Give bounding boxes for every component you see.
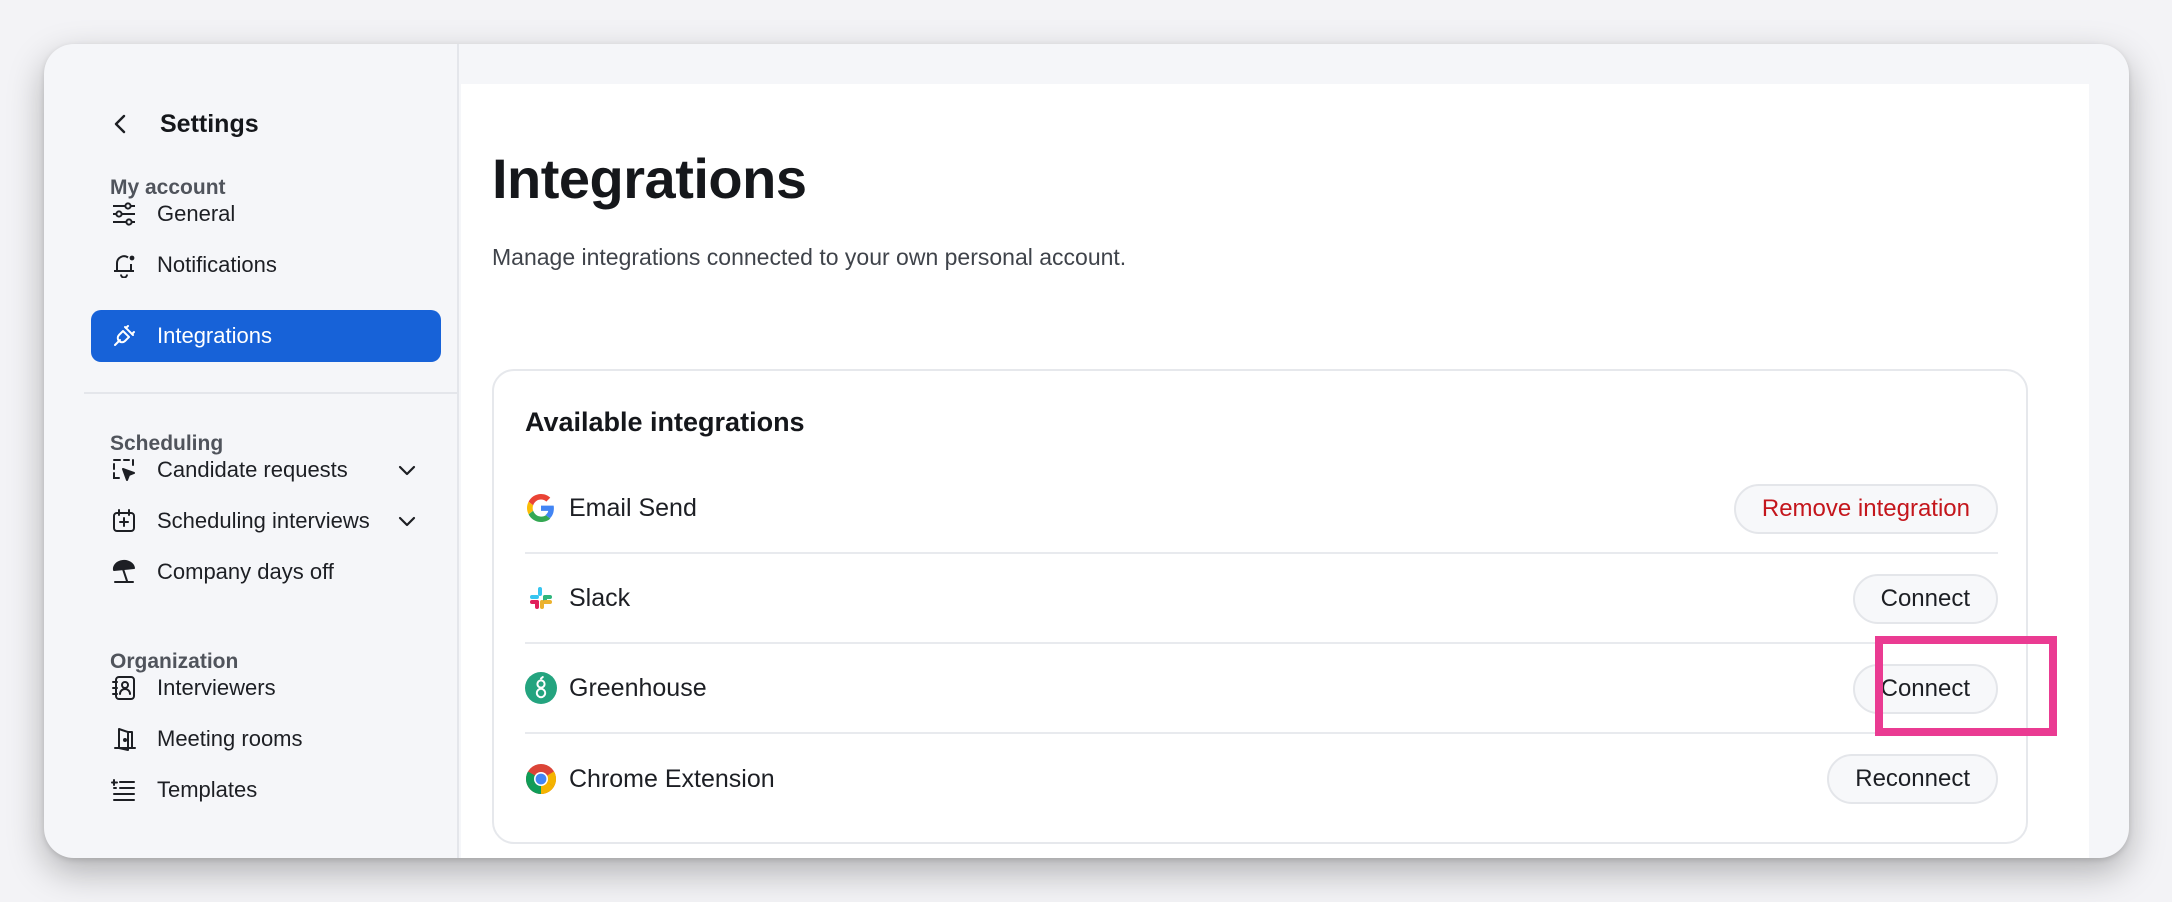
- sidebar-item-interviewers[interactable]: Interviewers: [91, 662, 441, 714]
- settings-window: Settings My account General Notification…: [44, 44, 2129, 858]
- sidebar-item-label: Interviewers: [157, 675, 276, 700]
- sidebar-item-templates[interactable]: Templates: [91, 764, 441, 816]
- plug-icon: [111, 323, 137, 349]
- chevron-down-icon[interactable]: [397, 511, 417, 531]
- chevron-down-icon[interactable]: [397, 460, 417, 480]
- sidebar-item-general[interactable]: General: [91, 188, 441, 240]
- sidebar-item-meeting-rooms[interactable]: Meeting rooms: [91, 713, 441, 765]
- sidebar-item-label: Integrations: [157, 323, 272, 348]
- integration-row-chrome-extension: Chrome Extension Reconnect: [525, 734, 1998, 824]
- beach-umbrella-icon: [111, 559, 137, 585]
- sidebar-item-notifications[interactable]: Notifications: [91, 239, 441, 291]
- integration-name: Chrome Extension: [569, 764, 775, 793]
- remove-integration-button[interactable]: Remove integration: [1733, 484, 1998, 534]
- google-icon: [525, 492, 557, 524]
- sidebar-item-candidate-requests[interactable]: Candidate requests: [91, 444, 441, 496]
- card-title: Available integrations: [525, 407, 805, 437]
- back-chevron-icon[interactable]: [110, 113, 132, 135]
- integration-row-slack: Slack Connect: [525, 554, 1998, 644]
- sidebar-header: Settings: [110, 104, 259, 144]
- sidebar-item-label: Meeting rooms: [157, 726, 303, 751]
- sidebar-item-scheduling-interviews[interactable]: Scheduling interviews: [91, 495, 441, 547]
- sidebar-item-integrations[interactable]: Integrations: [91, 310, 441, 362]
- integration-row-greenhouse: Greenhouse Connect: [525, 644, 1998, 734]
- settings-sidebar: Settings My account General Notification…: [44, 44, 459, 858]
- bell-icon: [111, 252, 137, 278]
- reconnect-chrome-extension-button[interactable]: Reconnect: [1827, 754, 1998, 804]
- list-template-icon: [111, 777, 137, 803]
- calendar-plus-icon: [111, 508, 137, 534]
- integration-row-email-send: Email Send Remove integration: [525, 464, 1998, 554]
- sidebar-divider: [84, 392, 459, 394]
- contact-book-icon: [111, 675, 137, 701]
- greenhouse-icon: [525, 672, 557, 704]
- sidebar-title: Settings: [160, 109, 259, 138]
- integration-name: Slack: [569, 583, 631, 612]
- integration-name: Email Send: [569, 493, 697, 522]
- sliders-icon: [111, 201, 137, 227]
- page-subtitle: Manage integrations connected to your ow…: [492, 244, 1127, 270]
- integration-name: Greenhouse: [569, 673, 707, 702]
- sidebar-item-label: Scheduling interviews: [157, 508, 370, 533]
- sidebar-item-company-days-off[interactable]: Company days off: [91, 546, 441, 598]
- connect-greenhouse-button[interactable]: Connect: [1852, 664, 1998, 714]
- connect-slack-button[interactable]: Connect: [1852, 574, 1998, 624]
- available-integrations-card: Available integrations Email Send Remove…: [492, 369, 2028, 844]
- sidebar-item-label: Candidate requests: [157, 457, 348, 482]
- chrome-icon: [525, 763, 557, 795]
- sidebar-item-label: Templates: [157, 777, 258, 802]
- sidebar-item-label: Notifications: [157, 252, 277, 277]
- main-content: Integrations Manage integrations connect…: [461, 84, 2089, 858]
- door-icon: [111, 726, 137, 752]
- slack-icon: [525, 582, 557, 614]
- sidebar-item-label: General: [157, 201, 236, 226]
- page-title: Integrations: [492, 147, 807, 210]
- dashed-select-icon: [111, 457, 137, 483]
- sidebar-item-label: Company days off: [157, 559, 334, 584]
